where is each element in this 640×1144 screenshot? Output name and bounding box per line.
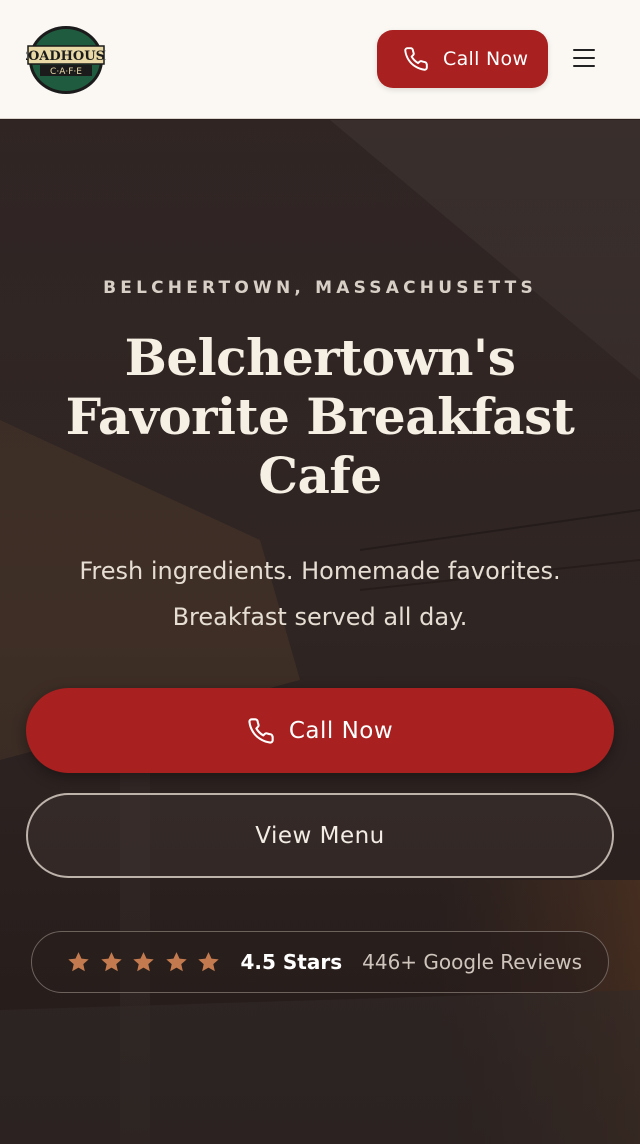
hero-subtext: Fresh ingredients. Homemade favorites. B…	[30, 548, 610, 640]
phone-icon	[404, 47, 428, 71]
rating-text: 4.5 Stars	[240, 950, 343, 974]
hero-headline: Belchertown's Favorite Breakfast Cafe	[20, 328, 620, 505]
star-icon	[68, 951, 89, 971]
star-rating	[66, 950, 229, 975]
location-eyebrow: BELCHERTOWN, MASSACHUSETTS	[103, 278, 537, 298]
svg-text:ROADHOUSE: ROADHOUSE	[26, 49, 106, 64]
hero-call-now-button[interactable]: Call Now	[26, 688, 614, 773]
hero-call-label: Call Now	[288, 717, 394, 744]
header-call-now-button[interactable]: Call Now	[377, 30, 548, 88]
roadhouse-cafe-logo[interactable]: ROADHOUSE C·A·F·E	[17, 24, 115, 96]
headline-line: Belchertown's	[124, 328, 516, 387]
star-icon	[198, 951, 219, 971]
view-menu-button[interactable]: View Menu	[26, 793, 614, 878]
headline-line: Favorite Breakfast	[65, 387, 575, 446]
hamburger-menu-icon[interactable]	[573, 49, 595, 69]
subtext-line: Breakfast served all day.	[172, 603, 468, 631]
view-menu-label: View Menu	[255, 822, 385, 849]
phone-icon	[248, 717, 274, 744]
svg-text:C·A·F·E: C·A·F·E	[50, 67, 82, 77]
star-icon	[165, 951, 187, 971]
headline-line: Cafe	[258, 446, 382, 505]
star-icon	[133, 951, 154, 971]
review-count-text: 446+ Google Reviews	[362, 950, 583, 974]
site-header: ROADHOUSE C·A·F·E Call Now	[0, 0, 640, 119]
star-icon	[100, 951, 122, 971]
header-call-label: Call Now	[443, 48, 529, 70]
subtext-line: Fresh ingredients. Homemade favorites.	[79, 557, 561, 585]
google-reviews-badge[interactable]: 4.5 Stars 446+ Google Reviews	[31, 931, 609, 993]
